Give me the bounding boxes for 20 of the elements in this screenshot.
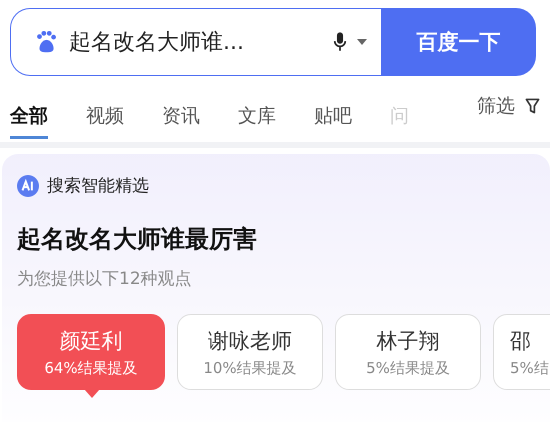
tab[interactable]: 资讯 xyxy=(162,93,200,139)
tab[interactable]: 视频 xyxy=(86,93,124,139)
tab[interactable]: 文库 xyxy=(238,93,276,139)
ai-icon xyxy=(17,174,39,196)
option-chip[interactable]: 邵 5%结 xyxy=(493,314,550,390)
search-field[interactable]: 起名改名大师谁... xyxy=(10,8,381,76)
filter-button[interactable]: 筛选 xyxy=(477,93,540,119)
caret-icon[interactable] xyxy=(357,39,367,45)
answer-subtitle: 为您提供以下12种观点 xyxy=(17,268,193,290)
microphone-icon[interactable] xyxy=(333,31,347,53)
chip-pointer xyxy=(84,389,100,398)
tab[interactable]: 全部 xyxy=(10,93,48,139)
filter-icon xyxy=(525,97,540,115)
answer-title: 起名改名大师谁最厉害 xyxy=(17,224,258,255)
option-chip[interactable]: 谢咏老师 10%结果提及 xyxy=(177,314,323,390)
search-query: 起名改名大师谁... xyxy=(69,29,245,57)
tab[interactable]: 贴吧 xyxy=(314,93,352,139)
search-button[interactable]: 百度一下 xyxy=(381,8,536,76)
option-chip[interactable]: 林子翔 5%结果提及 xyxy=(335,314,481,390)
section-label: 搜索智能精选 xyxy=(47,175,149,197)
